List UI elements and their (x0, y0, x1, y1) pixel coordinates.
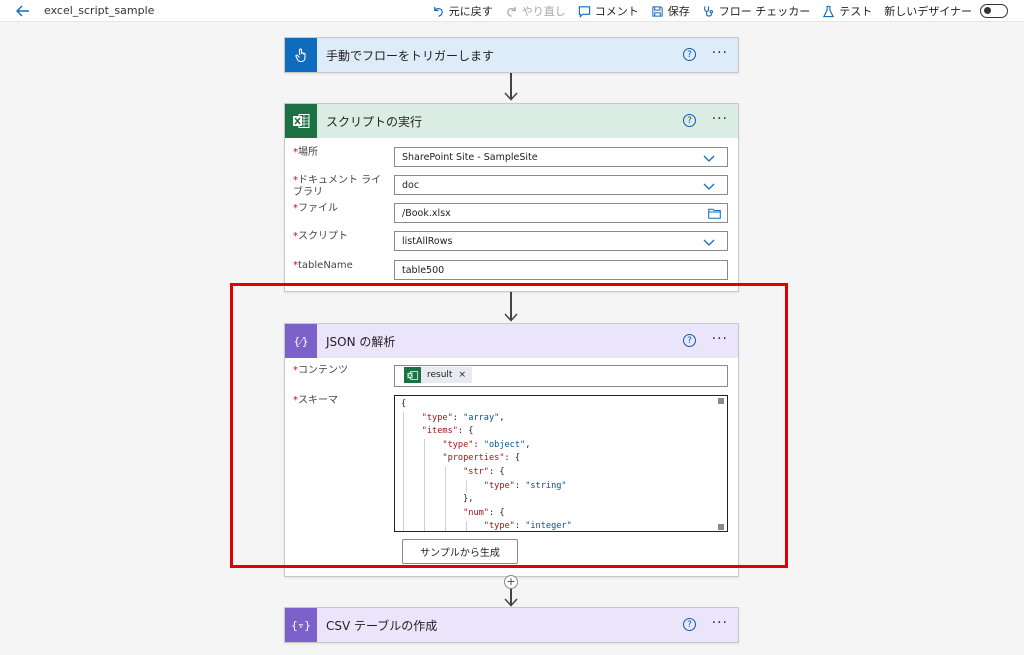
braces-icon: {▿} (285, 608, 317, 642)
highlight-box (230, 283, 788, 568)
undo-button[interactable]: 元に戻す (432, 3, 493, 19)
field-value: doc (402, 179, 420, 191)
comment-icon (578, 5, 590, 18)
more-options-icon[interactable]: ··· (712, 616, 728, 630)
help-icon[interactable]: ? (683, 618, 696, 631)
save-button[interactable]: 保存 (651, 3, 690, 19)
undo-icon (433, 6, 443, 17)
more-options-icon[interactable]: ··· (712, 112, 728, 126)
excel-icon (285, 104, 317, 138)
connector-arrow-icon (504, 598, 518, 607)
field-label: *場所 (293, 147, 318, 158)
comment-button[interactable]: コメント (578, 3, 639, 19)
comment-label: コメント (594, 5, 639, 18)
help-icon[interactable]: ? (683, 48, 696, 61)
file-picker-field[interactable]: /Book.xlsx (394, 203, 728, 223)
field-label: *ドキュメント ライブラリ (293, 175, 382, 198)
redo-button[interactable]: やり直し (505, 3, 566, 19)
redo-label: やり直し (521, 5, 566, 18)
more-options-icon[interactable]: ··· (712, 46, 728, 60)
table-name-input[interactable]: table500 (394, 260, 728, 280)
insert-step-icon[interactable]: + (504, 575, 518, 589)
undo-label: 元に戻す (448, 5, 493, 18)
save-label: 保存 (667, 5, 690, 18)
flow-title: excel_script_sample (44, 4, 155, 17)
command-bar: 元に戻す やり直し コメント 保存 フロー チェッカー テスト 新しいデザイナー (432, 2, 1008, 20)
field-value: /Book.xlsx (402, 207, 451, 219)
flow-checker-label: フロー チェッカー (718, 5, 811, 18)
flask-icon (823, 5, 835, 17)
card-title: 手動でフローをトリガーします (326, 48, 495, 63)
field-label: *スクリプト (293, 231, 348, 242)
field-value: table500 (402, 264, 445, 276)
top-bar: excel_script_sample 元に戻す やり直し コメント 保存 フロ… (0, 0, 1024, 22)
card-title: CSV テーブルの作成 (326, 618, 438, 633)
help-icon[interactable]: ? (683, 114, 696, 127)
new-designer-label: 新しいデザイナー (884, 5, 972, 18)
folder-icon[interactable] (708, 208, 721, 219)
flow-checker-button[interactable]: フロー チェッカー (702, 3, 811, 19)
redo-icon (506, 6, 516, 17)
create-csv-card-header[interactable]: {▿} CSV テーブルの作成 ? ··· (285, 608, 738, 642)
chevron-down-icon (703, 239, 715, 246)
run-script-card[interactable]: スクリプトの実行 ? ··· *場所 SharePoint Site - Sam… (284, 103, 739, 292)
touch-icon (285, 38, 317, 72)
script-dropdown[interactable]: listAllRows (394, 231, 728, 251)
new-designer-toggle[interactable]: 新しいデザイナー (884, 3, 1008, 19)
field-label: *ファイル (293, 203, 338, 214)
trigger-card[interactable]: 手動でフローをトリガーします ? ··· (284, 37, 739, 73)
create-csv-card[interactable]: {▿} CSV テーブルの作成 ? ··· (284, 607, 739, 643)
field-label: *tableName (293, 260, 353, 271)
location-dropdown[interactable]: SharePoint Site - SampleSite (394, 147, 728, 167)
chevron-down-icon (703, 183, 715, 190)
run-script-card-header[interactable]: スクリプトの実行 ? ··· (285, 104, 738, 138)
save-icon (652, 5, 663, 17)
toggle-switch[interactable] (980, 4, 1008, 18)
field-value: SharePoint Site - SampleSite (402, 151, 538, 163)
trigger-card-header[interactable]: 手動でフローをトリガーします ? ··· (285, 38, 738, 72)
stethoscope-icon (703, 5, 713, 17)
connector-arrow-icon (504, 92, 518, 101)
test-label: テスト (839, 5, 873, 18)
back-arrow-icon[interactable] (14, 2, 32, 20)
chevron-down-icon (703, 155, 715, 162)
field-value: listAllRows (402, 235, 453, 247)
document-library-dropdown[interactable]: doc (394, 175, 728, 195)
card-title: スクリプトの実行 (326, 114, 423, 129)
test-button[interactable]: テスト (822, 3, 872, 19)
